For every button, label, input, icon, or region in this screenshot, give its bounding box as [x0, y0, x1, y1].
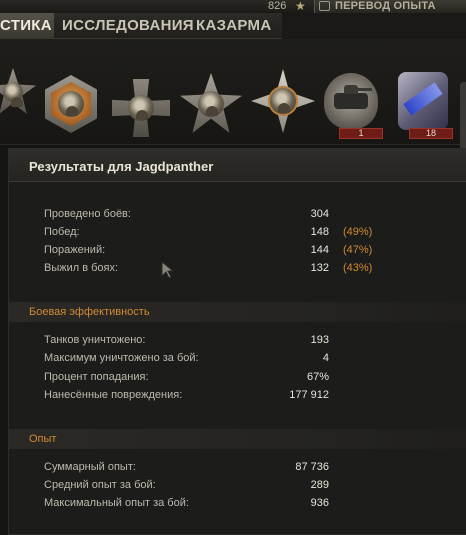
free-xp-count: 826	[268, 0, 287, 12]
stat-row: Средний опыт за бой: 289	[9, 479, 466, 495]
stat-value: 4	[322, 352, 329, 364]
page-title: Результаты для Jagdpanther	[29, 159, 214, 174]
stat-row: Выжил в боях: 132 (43%)	[9, 262, 466, 278]
section-title: Опыт	[29, 433, 57, 445]
star-icon: ★	[295, 0, 306, 13]
cross-medal-icon[interactable]	[112, 79, 170, 139]
stat-label: Средний опыт за бой:	[44, 479, 156, 491]
portrait-icon	[58, 91, 84, 117]
stat-label: Максимальный опыт за бой:	[44, 497, 189, 509]
stat-row: Нанесённые повреждения: 177 912	[9, 389, 466, 405]
nav-filler	[282, 13, 466, 39]
stat-label: Выжил в боях:	[44, 262, 119, 274]
stat-value: 148	[310, 226, 329, 238]
medal-count-badge: 1	[339, 128, 383, 139]
main-nav: СТИКА ИССЛЕДОВАНИЯ КАЗАРМА	[0, 13, 466, 39]
stat-value: 177 912	[289, 389, 329, 401]
stat-row: Суммарный опыт: 87 736	[9, 461, 466, 477]
stat-row: Проведено боёв: 304	[9, 208, 466, 224]
stat-row: Максимальный опыт за бой: 936	[9, 497, 466, 513]
star-medal-icon[interactable]	[0, 68, 36, 126]
stat-value: 193	[310, 334, 329, 346]
stat-label: Поражений:	[44, 244, 106, 256]
medal-count-badge: 18	[409, 128, 453, 139]
stat-percent: (43%)	[343, 262, 373, 274]
panel-header: Результаты для Jagdpanther	[9, 149, 466, 182]
results-panel: Результаты для Jagdpanther Проведено боё…	[8, 148, 466, 535]
stat-percent: (47%)	[343, 244, 373, 256]
stat-percent: (49%)	[343, 226, 373, 238]
stat-row: Поражений: 144 (47%)	[9, 244, 466, 260]
tab-statistics[interactable]: СТИКА	[0, 17, 52, 34]
stat-row: Побед: 148 (49%)	[9, 226, 466, 242]
portrait-icon	[3, 82, 23, 107]
xp-transfer-button[interactable]: ПЕРЕВОД ОПЫТА	[314, 0, 466, 13]
section-header-combat: Боевая эффективность	[9, 302, 466, 322]
stat-label: Максимум уничтожено за бой:	[44, 352, 199, 364]
stat-label: Проведено боёв:	[44, 208, 131, 220]
top-bar: 826 ★ ПЕРЕВОД ОПЫТА	[0, 0, 466, 13]
portrait-icon	[198, 91, 224, 117]
stat-label: Побед:	[44, 226, 80, 238]
tab-barracks[interactable]: КАЗАРМА	[196, 17, 271, 34]
stat-value: 289	[310, 479, 329, 491]
gold-star-medal-icon[interactable]	[251, 69, 315, 135]
hex-medal-icon[interactable]	[45, 75, 97, 135]
stat-value: 304	[310, 208, 329, 220]
stat-label: Нанесённые повреждения:	[44, 389, 183, 401]
stat-value: 144	[310, 244, 329, 256]
stat-row: Процент попадания: 67%	[9, 371, 466, 387]
stat-row: Максимум уничтожено за бой: 4	[9, 352, 466, 368]
stat-value: 87 736	[295, 461, 329, 473]
achievements-strip: 1 18	[0, 39, 466, 178]
stat-value: 132	[310, 262, 329, 274]
stat-value: 936	[310, 497, 329, 509]
stat-label: Танков уничтожено:	[44, 334, 146, 346]
stat-label: Процент попадания:	[44, 371, 149, 383]
section-header-experience: Опыт	[9, 429, 466, 449]
stat-value: 67%	[306, 371, 329, 383]
stat-label: Суммарный опыт:	[44, 461, 136, 473]
portrait-icon	[128, 95, 154, 121]
star-medal-icon[interactable]	[180, 73, 242, 135]
section-title: Боевая эффективность	[29, 306, 150, 318]
transfer-icon	[319, 1, 330, 11]
cursor-icon	[161, 261, 175, 279]
tab-research[interactable]: ИССЛЕДОВАНИЯ	[62, 17, 194, 34]
tank-icon	[334, 85, 372, 109]
stat-row: Танков уничтожено: 193	[9, 334, 466, 350]
portrait-icon	[270, 88, 296, 114]
xp-transfer-label: ПЕРЕВОД ОПЫТА	[335, 0, 436, 12]
